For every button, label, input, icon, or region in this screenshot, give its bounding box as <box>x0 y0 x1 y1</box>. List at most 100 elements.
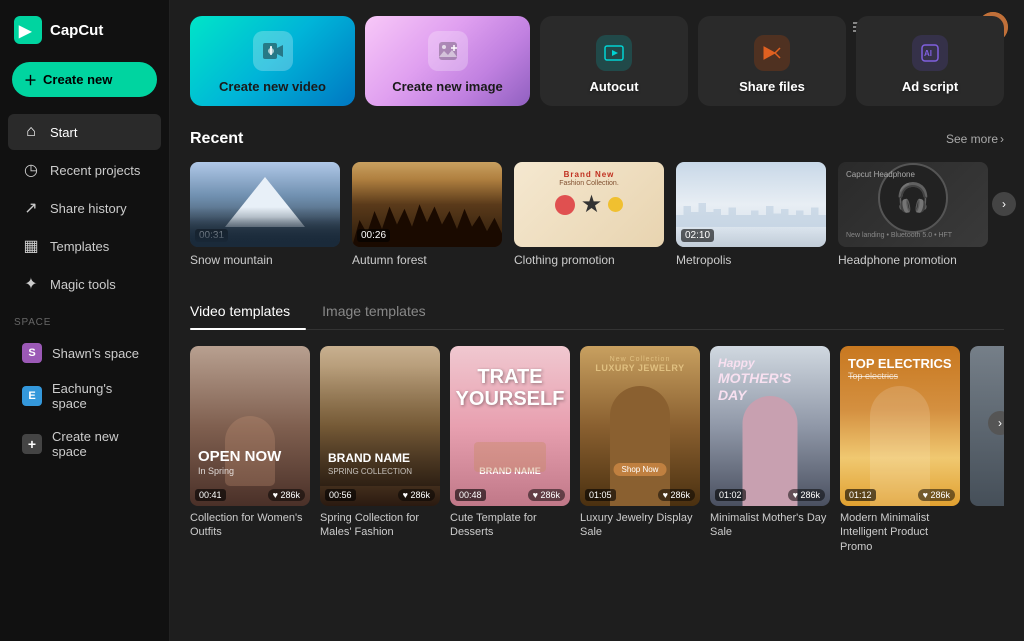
template-list: OPEN NOW In Spring 00:41 ♥ 286k Collecti… <box>190 346 1004 554</box>
recent-thumb-headphone: 🎧 Capcut Headphone New landing • Bluetoo… <box>838 162 988 247</box>
sidebar: ▶ CapCut ＋ Create new ⌂ Start ◷ Recent p… <box>0 0 170 641</box>
duration-forest: 00:26 <box>357 229 390 242</box>
svg-text:AI: AI <box>924 49 932 58</box>
space-avatar-shawn: S <box>22 343 42 363</box>
tab-image-templates[interactable]: Image templates <box>306 295 442 329</box>
create-image-card[interactable]: Create new image <box>365 16 530 106</box>
space-section-label: SPACE <box>0 303 169 334</box>
template-likes-0: ♥ 286k <box>268 489 305 501</box>
template-duration-4: 01:02 <box>715 489 746 501</box>
recent-title: Recent <box>190 130 243 148</box>
template-name-1: Spring Collection for Males' Fashion <box>320 511 440 540</box>
clock-icon: ◷ <box>22 161 40 179</box>
add-space-icon: + <box>22 434 42 454</box>
template-name-5: Modern Minimalist Intelligent Product Pr… <box>840 511 960 554</box>
video-card-icon <box>253 31 293 71</box>
create-new-button[interactable]: ＋ Create new <box>12 62 157 97</box>
autocut-card[interactable]: Autocut <box>540 16 688 106</box>
svg-text:▶: ▶ <box>18 23 32 40</box>
app-logo: ▶ CapCut <box>0 12 169 58</box>
ad-script-icon: AI <box>912 35 948 71</box>
app-name: CapCut <box>50 22 103 39</box>
duration-city: 02:10 <box>681 229 714 242</box>
recent-name-headphone: Headphone promotion <box>838 253 988 267</box>
share-files-card[interactable]: Share files <box>698 16 846 106</box>
template-duration-1: 00:56 <box>325 489 356 501</box>
recent-name-forest: Autumn forest <box>352 253 502 267</box>
template-card-0[interactable]: OPEN NOW In Spring 00:41 ♥ 286k Collecti… <box>190 346 310 554</box>
template-likes-3: ♥ 286k <box>658 489 695 501</box>
template-likes-5: ♥ 286k <box>918 489 955 501</box>
autocut-label: Autocut <box>589 79 638 94</box>
template-duration-2: 00:48 <box>455 489 486 501</box>
sidebar-item-recent[interactable]: ◷ Recent projects <box>8 152 161 188</box>
create-image-label: Create new image <box>392 79 503 94</box>
template-likes-1: ♥ 286k <box>398 489 435 501</box>
duration-snow: 00:31 <box>195 229 228 242</box>
recent-item-clothing[interactable]: Brand New Fashion Collection. ★ Clothing… <box>514 162 664 267</box>
ad-script-card[interactable]: AI Ad script <box>856 16 1004 106</box>
template-name-3: Luxury Jewelry Display Sale <box>580 511 700 540</box>
recent-name-snow: Snow mountain <box>190 253 340 267</box>
quick-actions: Create new video Create new image <box>190 16 1004 106</box>
recent-thumb-forest: 00:26 <box>352 162 502 247</box>
see-more-button[interactable]: See more › <box>946 132 1004 146</box>
recent-section-header: Recent See more › <box>190 130 1004 148</box>
autocut-icon <box>596 35 632 71</box>
template-card-partial[interactable]: T <box>970 346 1004 554</box>
create-video-card[interactable]: Create new video <box>190 16 355 106</box>
recent-item-snow[interactable]: 00:31 Snow mountain <box>190 162 340 267</box>
template-duration-0: 00:41 <box>195 489 226 501</box>
template-tabs: Video templates Image templates <box>190 295 1004 330</box>
template-duration-3: 01:05 <box>585 489 616 501</box>
sidebar-item-share[interactable]: ↗ Share history <box>8 190 161 226</box>
template-thumb-4: HappyMOTHER'SDAY 01:02 ♥ 286k <box>710 346 830 506</box>
home-icon: ⌂ <box>22 123 40 141</box>
recent-thumb-snow: 00:31 <box>190 162 340 247</box>
space-item-create[interactable]: + Create new space <box>8 421 161 467</box>
recent-name-clothing: Clothing promotion <box>514 253 664 267</box>
template-card-5[interactable]: TOP ELECTRICS Top electrics 01:12 ♥ 286k… <box>840 346 960 554</box>
template-thumb-0: OPEN NOW In Spring 00:41 ♥ 286k <box>190 346 310 506</box>
template-card-1[interactable]: BRAND NAME SPRING COLLECTION 00:56 ♥ 286… <box>320 346 440 554</box>
plus-icon: ＋ <box>24 70 37 89</box>
magic-icon: ✦ <box>22 275 40 293</box>
recent-thumb-clothing: Brand New Fashion Collection. ★ <box>514 162 664 247</box>
recent-item-headphone[interactable]: 🎧 Capcut Headphone New landing • Bluetoo… <box>838 162 988 267</box>
ad-script-label: Ad script <box>902 79 958 94</box>
image-card-icon <box>428 31 468 71</box>
recent-item-city[interactable]: 02:10 Metropolis <box>676 162 826 267</box>
template-card-2[interactable]: TRATEYOURSELF BRAND NAME 00:48 ♥ 286k Cu… <box>450 346 570 554</box>
template-thumb-1: BRAND NAME SPRING COLLECTION 00:56 ♥ 286… <box>320 346 440 506</box>
space-avatar-eachung: E <box>22 386 42 406</box>
template-duration-5: 01:12 <box>845 489 876 501</box>
recent-item-forest[interactable]: 00:26 Autumn forest <box>352 162 502 267</box>
sidebar-item-start[interactable]: ⌂ Start <box>8 114 161 150</box>
space-item-eachung[interactable]: E Eachung's space <box>8 373 161 419</box>
template-card-4[interactable]: HappyMOTHER'SDAY 01:02 ♥ 286k Minimalist… <box>710 346 830 554</box>
recent-thumb-city: 02:10 <box>676 162 826 247</box>
space-item-shawn[interactable]: S Shawn's space <box>8 335 161 371</box>
template-thumb-3: New Collection LUXURY JEWELRY Shop Now 0… <box>580 346 700 506</box>
main-content: ? Create new <box>170 0 1024 641</box>
template-thumb-2: TRATEYOURSELF BRAND NAME 00:48 ♥ 286k <box>450 346 570 506</box>
template-card-3[interactable]: New Collection LUXURY JEWELRY Shop Now 0… <box>580 346 700 554</box>
template-thumb-5: TOP ELECTRICS Top electrics 01:12 ♥ 286k <box>840 346 960 506</box>
template-name-0: Collection for Women's Outfits <box>190 511 310 540</box>
share-icon: ↗ <box>22 199 40 217</box>
template-likes-2: ♥ 286k <box>528 489 565 501</box>
sidebar-item-magic[interactable]: ✦ Magic tools <box>8 266 161 302</box>
grid-icon: ▦ <box>22 237 40 255</box>
sidebar-item-templates[interactable]: ▦ Templates <box>8 228 161 264</box>
recent-row: 00:31 Snow mountain 00:26 Autumn forest … <box>190 162 1004 267</box>
share-files-icon <box>754 35 790 71</box>
template-likes-4: ♥ 286k <box>788 489 825 501</box>
see-more-chevron: › <box>1000 132 1004 146</box>
create-video-label: Create new video <box>219 79 326 94</box>
template-name-4: Minimalist Mother's Day Sale <box>710 511 830 540</box>
tab-video-templates[interactable]: Video templates <box>190 295 306 329</box>
recent-name-city: Metropolis <box>676 253 826 267</box>
recent-next-button[interactable]: › <box>992 192 1016 216</box>
template-name-2: Cute Template for Desserts <box>450 511 570 540</box>
share-files-label: Share files <box>739 79 805 94</box>
